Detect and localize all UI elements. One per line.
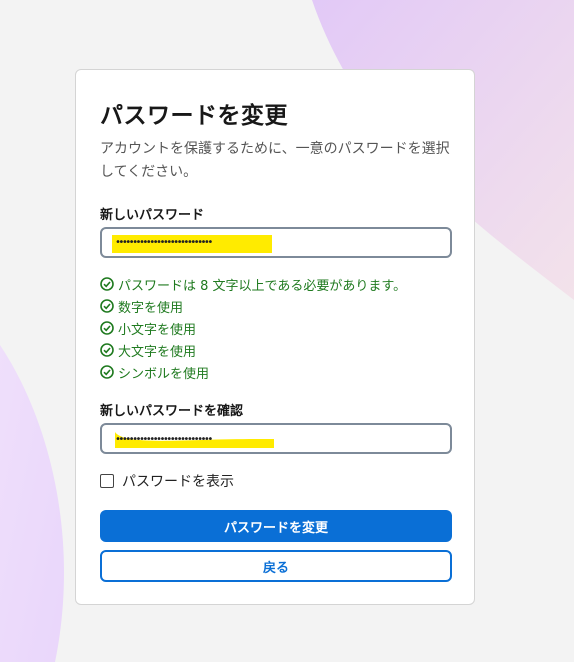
decorative-blob-bottom-left [0, 345, 64, 662]
check-circle-icon [100, 365, 114, 379]
back-button[interactable]: 戻る [100, 550, 452, 582]
check-circle-icon [100, 277, 114, 291]
show-password-label: パスワードを表示 [122, 474, 234, 490]
check-circle-icon [100, 343, 114, 357]
new-password-field[interactable]: •••••••••••••••••••••••••••• [100, 227, 452, 258]
change-password-card: パスワードを変更 アカウントを保護するために、一意のパスワードを選択してください… [75, 69, 475, 605]
password-requirements-list: パスワードは 8 文字以上である必要があります。 数字を使用 小文字を使用 大文… [100, 273, 406, 383]
change-password-button[interactable]: パスワードを変更 [100, 510, 452, 542]
check-circle-icon [100, 321, 114, 335]
requirement-uppercase: 大文字を使用 [100, 339, 406, 361]
new-password-label: 新しいパスワード [100, 208, 205, 223]
confirm-password-label: 新しいパスワードを確認 [100, 404, 244, 419]
requirement-text: 小文字を使用 [118, 322, 197, 338]
requirement-text: 大文字を使用 [118, 344, 197, 360]
requirement-min-length: パスワードは 8 文字以上である必要があります。 [100, 273, 406, 295]
requirement-text: シンボルを使用 [118, 366, 210, 382]
confirm-password-field[interactable]: •••••••••••••••••••••••••••• [100, 423, 452, 454]
show-password-checkbox[interactable] [100, 474, 114, 488]
requirement-symbol: シンボルを使用 [100, 361, 406, 383]
new-password-value: •••••••••••••••••••••••••••• [115, 237, 213, 248]
show-password-toggle[interactable]: パスワードを表示 [100, 471, 234, 491]
requirement-number: 数字を使用 [100, 295, 406, 317]
confirm-password-value: •••••••••••••••••••••••••••• [115, 434, 213, 445]
requirement-lowercase: 小文字を使用 [100, 317, 406, 339]
check-circle-icon [100, 299, 114, 313]
page-subtitle: アカウントを保護するために、一意のパスワードを選択してください。 [100, 141, 450, 180]
requirement-text: パスワードは 8 文字以上である必要があります。 [118, 278, 407, 294]
requirement-text: 数字を使用 [118, 300, 184, 316]
page-title: パスワードを変更 [100, 103, 288, 129]
